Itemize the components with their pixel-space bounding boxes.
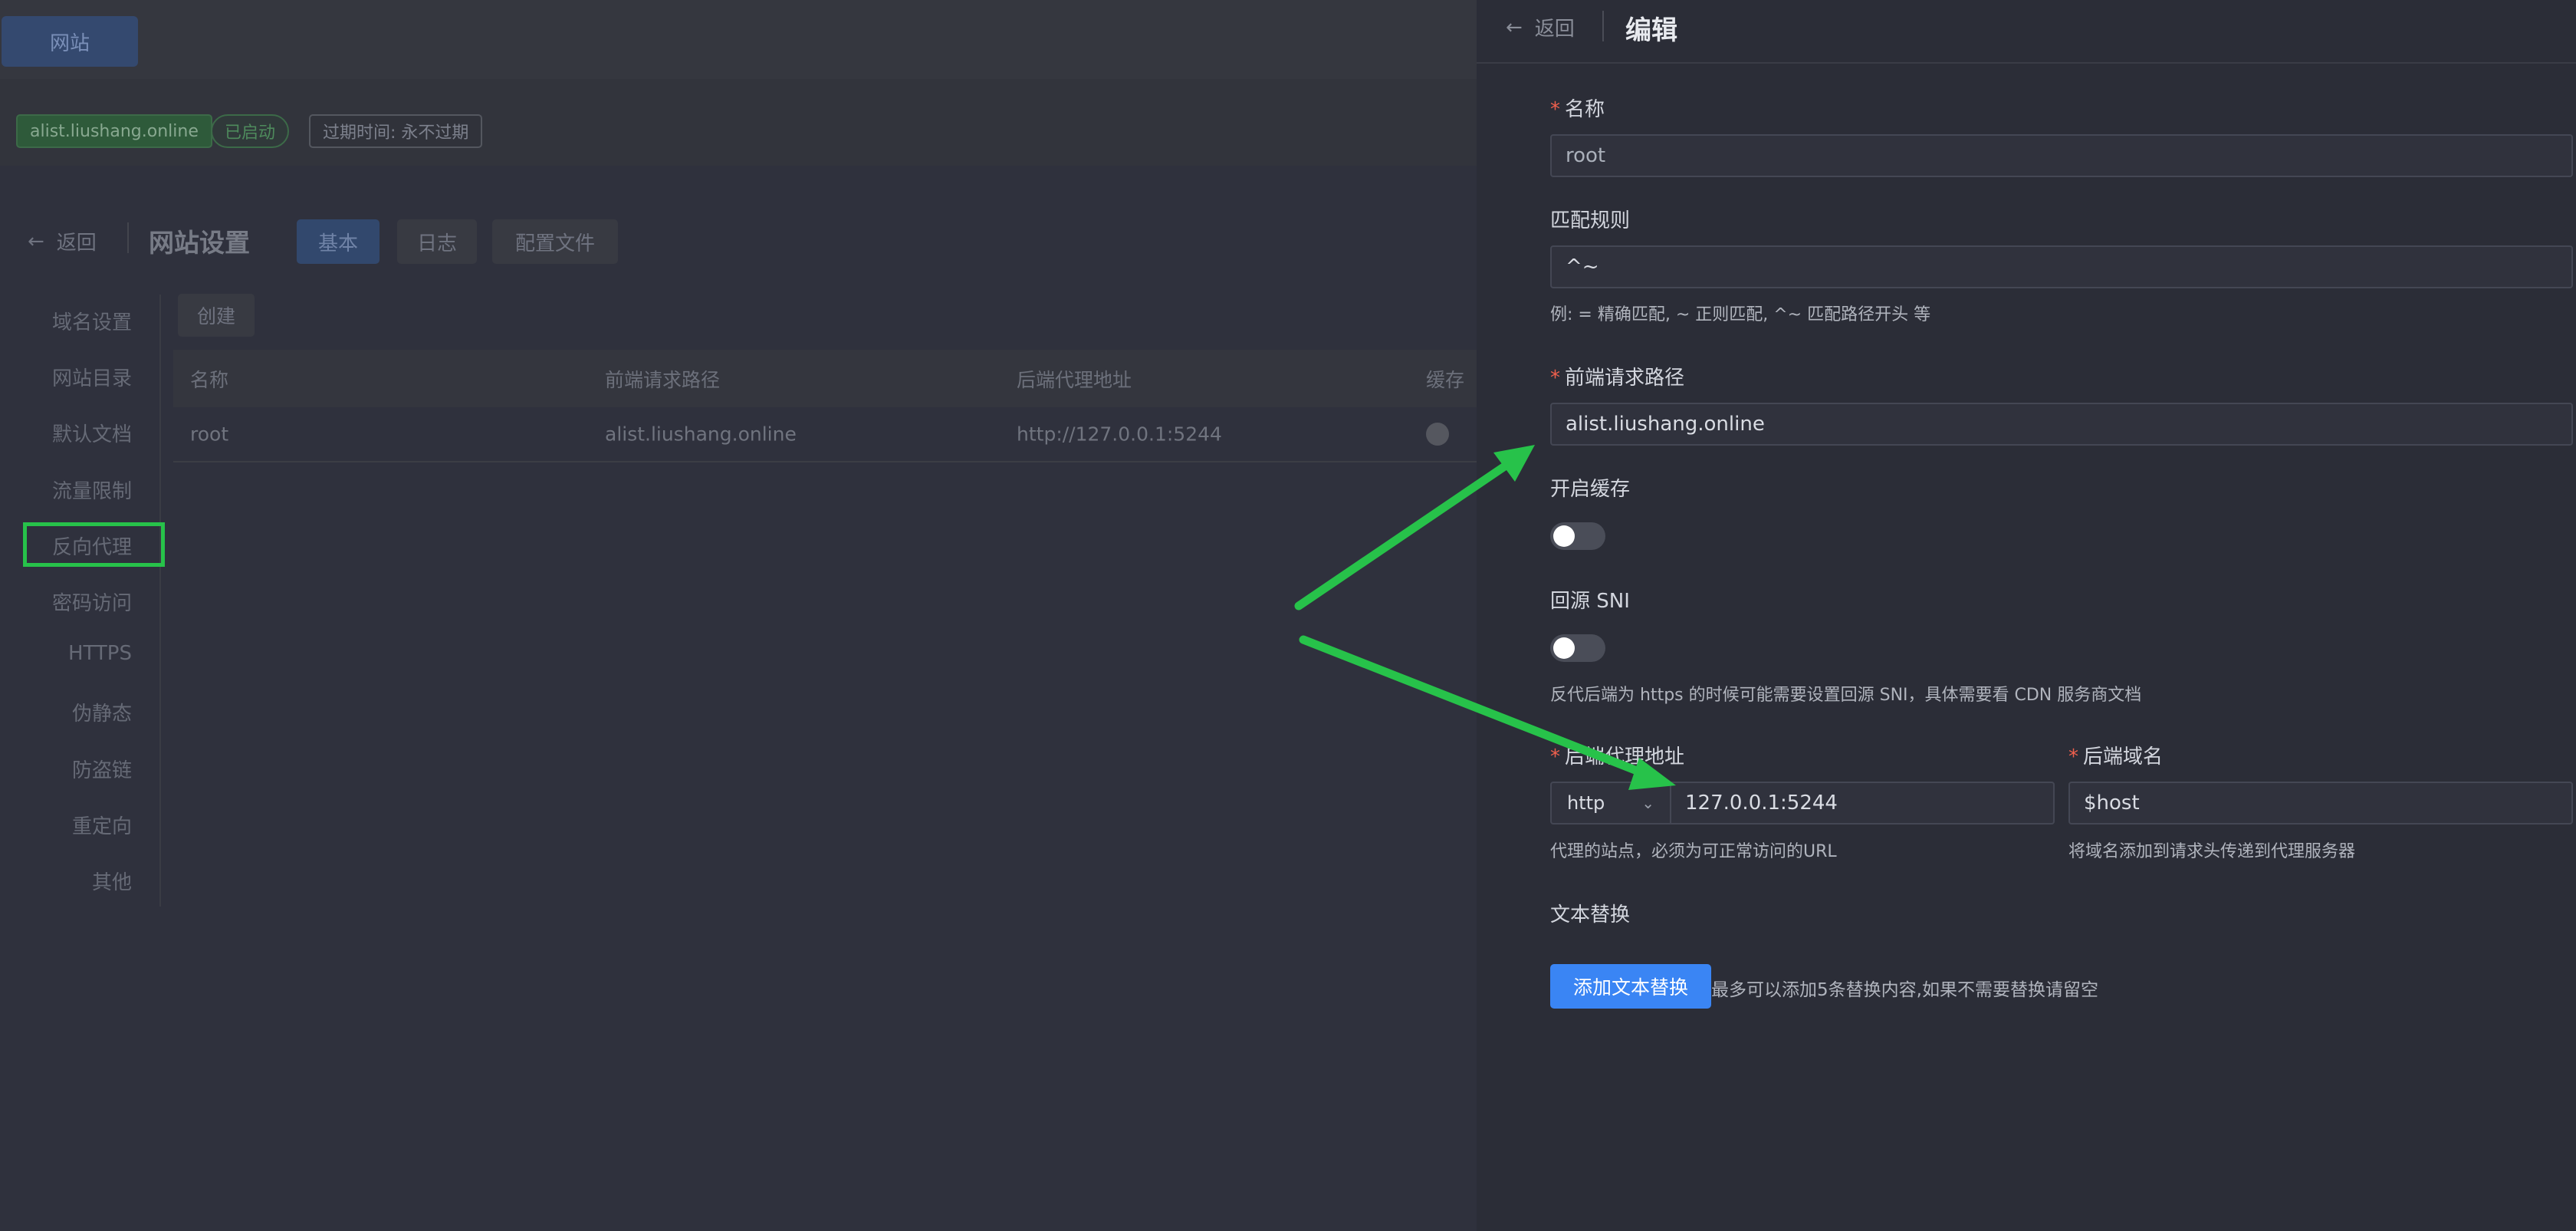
- table-row[interactable]: root alist.liushang.online http://127.0.…: [173, 407, 1477, 462]
- cache-toggle-switch[interactable]: [1550, 522, 1605, 550]
- column-header-path: 前端请求路径: [605, 368, 721, 391]
- cell-path: alist.liushang.online: [605, 423, 797, 446]
- proxy-address-hint: 代理的站点，必须为可正常访问的URL: [1550, 842, 1837, 861]
- cell-proxy: http://127.0.0.1:5244: [1017, 423, 1222, 446]
- top-bar: 网站: [0, 0, 1477, 79]
- column-header-name: 名称: [190, 368, 229, 391]
- tab-basic[interactable]: 基本: [297, 219, 380, 264]
- match-rule-hint: 例: = 精确匹配, ~ 正则匹配, ^~ 匹配路径开头 等: [1550, 305, 1931, 324]
- match-rule-label: 匹配规则: [1550, 209, 1631, 232]
- divider: [1602, 11, 1604, 41]
- sidebar-item-rewrite[interactable]: 伪静态: [72, 698, 132, 726]
- required-marker: *: [1550, 98, 1560, 121]
- sidebar-item-default-doc[interactable]: 默认文档: [52, 419, 132, 447]
- match-rule-input[interactable]: ^~: [1550, 245, 2573, 288]
- text-replace-hint: 最多可以添加5条替换内容,如果不需要替换请留空: [1711, 980, 2098, 1000]
- cell-name: root: [190, 423, 229, 446]
- frontend-path-label: * 前端请求路径: [1550, 367, 1685, 390]
- sni-toggle-switch[interactable]: [1550, 634, 1605, 662]
- background-page: 网站 alist.liushang.online 已启动 过期时间: 永不过期 …: [0, 0, 1477, 1231]
- arrow-left-icon: ←: [1506, 15, 1523, 39]
- protocol-value: http: [1567, 792, 1605, 814]
- edit-drawer: ← 返回 编辑 * 名称 root 匹配规则 ^~ 例: = 精确匹配, ~ 正则…: [1477, 0, 2576, 1231]
- drawer-title: 编辑: [1625, 15, 1677, 46]
- chevron-down-icon: ⌄: [1641, 794, 1654, 812]
- create-button[interactable]: 创建: [178, 294, 255, 337]
- proxy-address-input[interactable]: 127.0.0.1:5244: [1670, 782, 2055, 825]
- required-marker: *: [2068, 746, 2078, 769]
- site-info-row: alist.liushang.online 已启动 过期时间: 永不过期: [0, 79, 1477, 166]
- domain-tag: alist.liushang.online: [16, 114, 212, 148]
- required-marker: *: [1550, 367, 1560, 390]
- sidebar-item-other[interactable]: 其他: [92, 867, 132, 895]
- text-replace-label: 文本替换: [1550, 904, 1631, 927]
- sidebar-item-redirect[interactable]: 重定向: [72, 811, 132, 839]
- backend-host-hint: 将域名添加到请求头传递到代理服务器: [2068, 842, 2356, 861]
- expire-tag: 过期时间: 永不过期: [309, 114, 483, 148]
- drawer-back-button[interactable]: ← 返回: [1506, 13, 1575, 41]
- protocol-select[interactable]: http ⌄: [1550, 782, 1671, 825]
- backend-host-input[interactable]: $host: [2068, 782, 2573, 825]
- tab-config-file[interactable]: 配置文件: [492, 219, 618, 264]
- status-badge: 已启动: [211, 114, 290, 148]
- sidebar-item-site-dir[interactable]: 网站目录: [52, 363, 132, 391]
- drawer-back-label: 返回: [1534, 18, 1575, 41]
- back-label: 返回: [56, 232, 97, 255]
- name-label: * 名称: [1550, 98, 1605, 121]
- name-input[interactable]: root: [1550, 134, 2573, 177]
- sidebar-item-traffic-limit[interactable]: 流量限制: [52, 476, 132, 504]
- arrow-left-icon: ←: [28, 229, 44, 253]
- sidebar-item-password-access[interactable]: 密码访问: [52, 588, 132, 616]
- table-header: 名称 前端请求路径 后端代理地址 缓存: [173, 350, 1477, 407]
- add-text-replace-button[interactable]: 添加文本替换: [1550, 964, 1711, 1009]
- sidebar-item-hotlink[interactable]: 防盗链: [72, 755, 132, 783]
- switch-knob: [1553, 525, 1575, 547]
- divider: [127, 222, 129, 253]
- tab-log[interactable]: 日志: [397, 219, 477, 264]
- frontend-path-input[interactable]: alist.liushang.online: [1550, 403, 2573, 446]
- back-link[interactable]: ← 返回: [28, 227, 97, 255]
- switch-knob: [1553, 637, 1575, 659]
- annotation-highlight-box: [23, 522, 165, 567]
- cache-label: 开启缓存: [1550, 478, 1631, 501]
- drawer-header: ← 返回 编辑: [1477, 0, 2576, 64]
- backend-host-label: * 后端域名: [2068, 746, 2164, 769]
- required-marker: *: [1550, 746, 1560, 769]
- column-header-proxy: 后端代理地址: [1017, 368, 1132, 391]
- page-title: 网站设置: [149, 228, 250, 258]
- proxy-address-label: * 后端代理地址: [1550, 746, 1685, 769]
- column-header-cache: 缓存: [1426, 368, 1465, 391]
- settings-sidebar: 域名设置 网站目录 默认文档 流量限制 反向代理 密码访问 HTTPS 伪静态 …: [0, 295, 161, 907]
- site-button[interactable]: 网站: [2, 16, 138, 67]
- sni-hint: 反代后端为 https 的时候可能需要设置回源 SNI，具体需要看 CDN 服务…: [1550, 686, 2142, 705]
- cache-toggle[interactable]: [1426, 423, 1449, 446]
- proxy-table: 名称 前端请求路径 后端代理地址 缓存 root alist.liushang.…: [173, 350, 1477, 474]
- sni-label: 回源 SNI: [1550, 590, 1630, 613]
- sidebar-item-domain[interactable]: 域名设置: [52, 307, 132, 335]
- sidebar-item-https[interactable]: HTTPS: [68, 642, 132, 665]
